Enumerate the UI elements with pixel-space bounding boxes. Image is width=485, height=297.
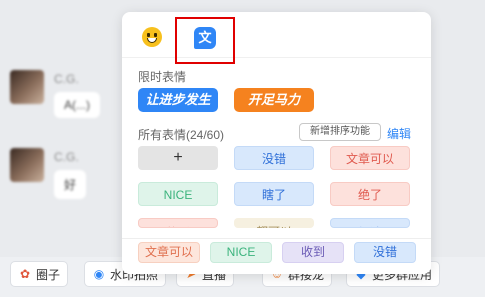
edit-link[interactable]: 编辑: [387, 125, 411, 142]
circle-button[interactable]: ✿ 圈子: [10, 261, 69, 287]
all-section-title: 所有表情(24/60): [138, 128, 225, 142]
recent-chip[interactable]: NICE: [210, 242, 272, 263]
emoticon-chip[interactable]: 绝了: [330, 182, 410, 206]
recent-chip[interactable]: 收到: [282, 242, 344, 263]
limited-section-title: 限时表情: [138, 70, 187, 84]
chat-message: C.G. 好: [10, 148, 87, 199]
message-bubble[interactable]: A(...): [54, 92, 100, 118]
message-bubble[interactable]: 好: [54, 170, 87, 199]
emoticon-chip[interactable]: 瞎了: [234, 182, 314, 206]
emoticon-chip[interactable]: 没错: [234, 146, 314, 170]
toolbar-label: 圈子: [36, 267, 61, 282]
sender-name: C.G.: [54, 72, 79, 86]
add-order-badge[interactable]: 新增排序功能: [299, 123, 381, 141]
emoji-tabs: 文: [122, 12, 431, 64]
sender-name: C.G.: [54, 150, 79, 164]
emoji-panel: 文 限时表情 让进步发生 开足马力 所有表情(24/60) 新增排序功能 编辑 …: [122, 12, 431, 274]
avatar[interactable]: [10, 148, 44, 182]
recent-chip[interactable]: 没错: [354, 242, 416, 263]
add-emoticon-button[interactable]: +: [138, 146, 218, 170]
recent-chip[interactable]: 文章可以: [138, 242, 200, 263]
emoticon-chip[interactable]: 都可以: [234, 218, 314, 228]
chat-message: C.G. A(...): [10, 70, 100, 118]
recent-emoticons: 文章可以 NICE 收到 没错: [122, 238, 431, 274]
text-icon[interactable]: 文: [194, 27, 216, 49]
smiley-icon[interactable]: [142, 27, 162, 47]
circle-icon: ✿: [19, 267, 31, 281]
emoticon-chip[interactable]: NICE: [138, 182, 218, 206]
sticker-button[interactable]: 开足马力: [234, 88, 314, 112]
sticker-button[interactable]: 让进步发生: [138, 88, 218, 112]
emoticon-chip[interactable]: 冈的听证: [138, 218, 218, 228]
camera-icon: ◉: [93, 267, 105, 281]
emoticon-chip[interactable]: 文章可以: [330, 146, 410, 170]
emoticon-chip[interactable]: 加油: [330, 218, 410, 228]
avatar[interactable]: [10, 70, 44, 104]
